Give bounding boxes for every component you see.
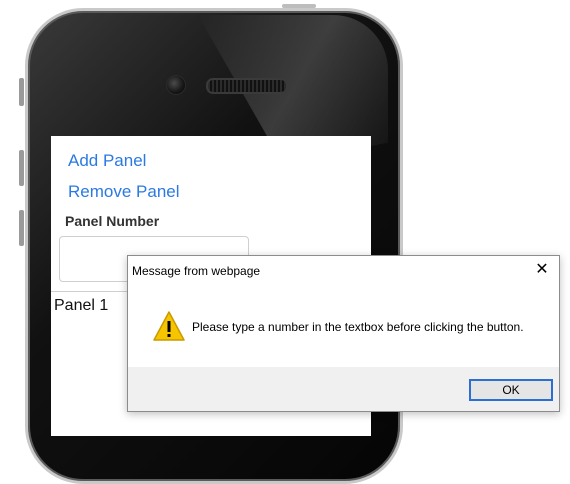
volume-down-button [19, 210, 24, 246]
message-dialog: Message from webpage ✕ Please type a num… [127, 255, 560, 412]
dialog-footer: OK [128, 367, 559, 411]
dialog-title: Message from webpage [132, 264, 261, 278]
remove-panel-link[interactable]: Remove Panel [68, 182, 180, 202]
close-icon[interactable]: ✕ [533, 260, 551, 278]
ok-button[interactable]: OK [469, 379, 553, 401]
volume-up-button [19, 150, 24, 186]
panel-number-label: Panel Number [65, 213, 160, 229]
power-button [282, 4, 316, 8]
front-camera [166, 75, 186, 95]
dialog-message: Please type a number in the textbox befo… [192, 320, 524, 334]
warning-icon [153, 311, 185, 341]
mute-switch [19, 78, 24, 106]
panel-1-label: Panel 1 [54, 297, 109, 314]
earpiece-speaker [206, 78, 288, 94]
add-panel-link[interactable]: Add Panel [68, 151, 146, 171]
